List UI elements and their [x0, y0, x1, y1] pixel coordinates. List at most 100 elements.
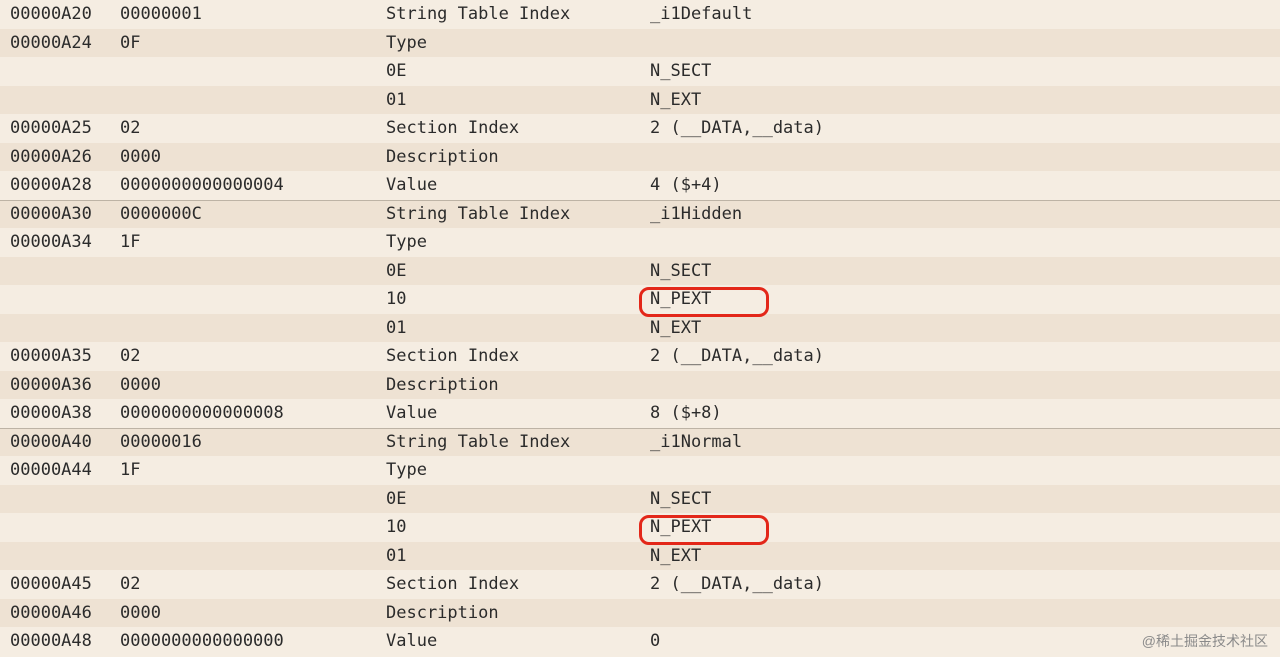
data-cell: 0000000000000000	[120, 631, 386, 651]
value-text: 2 (__DATA,__data)	[650, 346, 824, 366]
offset-cell: 00000A30	[10, 204, 120, 224]
value-cell: 4 ($+4)	[650, 175, 1280, 195]
table-row[interactable]: 0EN_SECT	[0, 485, 1280, 514]
description-cell: String Table Index	[386, 432, 650, 452]
table-row[interactable]: 00000A300000000CString Table Index_i1Hid…	[0, 200, 1280, 229]
value-cell: N_EXT	[650, 90, 1280, 110]
value-cell: 2 (__DATA,__data)	[650, 346, 1280, 366]
description-cell: Description	[386, 375, 650, 395]
offset-cell: 00000A34	[10, 232, 120, 252]
value-cell: N_SECT	[650, 261, 1280, 281]
data-cell: 0000000000000008	[120, 403, 386, 423]
table-row[interactable]: 00000A260000Description	[0, 143, 1280, 172]
offset-cell: 00000A28	[10, 175, 120, 195]
description-cell: 01	[386, 318, 650, 338]
watermark: @稀土掘金技术社区	[1142, 631, 1268, 651]
table-row[interactable]: 00000A240FType	[0, 29, 1280, 58]
description-cell: 0E	[386, 261, 650, 281]
value-text: N_PEXT	[650, 517, 711, 537]
table-row[interactable]: 00000A480000000000000000Value0	[0, 627, 1280, 656]
table-row[interactable]: 01N_EXT	[0, 314, 1280, 343]
value-text: N_EXT	[650, 90, 701, 110]
description-cell: Description	[386, 147, 650, 167]
table-row[interactable]: 01N_EXT	[0, 542, 1280, 571]
table-row[interactable]: 10N_PEXT	[0, 513, 1280, 542]
description-cell: Type	[386, 460, 650, 480]
data-cell: 02	[120, 574, 386, 594]
value-text: N_SECT	[650, 61, 711, 81]
value-text: _i1Default	[650, 4, 752, 24]
data-cell: 0000000000000004	[120, 175, 386, 195]
value-text: N_EXT	[650, 318, 701, 338]
offset-cell: 00000A36	[10, 375, 120, 395]
value-cell: _i1Hidden	[650, 204, 1280, 224]
offset-cell: 00000A48	[10, 631, 120, 651]
value-cell: N_PEXT	[650, 289, 1280, 309]
table-row[interactable]: 00000A2502Section Index2 (__DATA,__data)	[0, 114, 1280, 143]
value-cell: N_EXT	[650, 318, 1280, 338]
offset-cell: 00000A38	[10, 403, 120, 423]
value-cell: N_PEXT	[650, 517, 1280, 537]
offset-cell: 00000A45	[10, 574, 120, 594]
value-text: _i1Normal	[650, 432, 742, 452]
description-cell: 10	[386, 289, 650, 309]
table-row[interactable]: 00000A360000Description	[0, 371, 1280, 400]
value-text: _i1Hidden	[650, 204, 742, 224]
value-cell: 2 (__DATA,__data)	[650, 118, 1280, 138]
description-cell: 01	[386, 546, 650, 566]
value-text: 4 ($+4)	[650, 175, 722, 195]
description-cell: Type	[386, 232, 650, 252]
offset-cell: 00000A24	[10, 33, 120, 53]
table-row[interactable]: 00000A4502Section Index2 (__DATA,__data)	[0, 570, 1280, 599]
table-row[interactable]: 0EN_SECT	[0, 257, 1280, 286]
description-cell: String Table Index	[386, 204, 650, 224]
value-text: 0	[650, 631, 660, 651]
description-cell: 10	[386, 517, 650, 537]
offset-cell: 00000A20	[10, 4, 120, 24]
table-row[interactable]: 00000A280000000000000004Value4 ($+4)	[0, 171, 1280, 200]
description-cell: Section Index	[386, 346, 650, 366]
data-cell: 02	[120, 118, 386, 138]
value-cell: 8 ($+8)	[650, 403, 1280, 423]
table-row[interactable]: 01N_EXT	[0, 86, 1280, 115]
table-row[interactable]: 00000A3502Section Index2 (__DATA,__data)	[0, 342, 1280, 371]
value-cell: _i1Default	[650, 4, 1280, 24]
value-cell: N_EXT	[650, 546, 1280, 566]
table-row[interactable]: 00000A341FType	[0, 228, 1280, 257]
value-cell: N_SECT	[650, 489, 1280, 509]
table-row[interactable]: 10N_PEXT	[0, 285, 1280, 314]
table-row[interactable]: 0EN_SECT	[0, 57, 1280, 86]
table-row[interactable]: 00000A441FType	[0, 456, 1280, 485]
offset-cell: 00000A25	[10, 118, 120, 138]
data-cell: 1F	[120, 232, 386, 252]
description-cell: Section Index	[386, 574, 650, 594]
table-row[interactable]: 00000A460000Description	[0, 599, 1280, 628]
table-row[interactable]: 00000A380000000000000008Value8 ($+8)	[0, 399, 1280, 428]
description-cell: Description	[386, 603, 650, 623]
description-cell: Value	[386, 175, 650, 195]
description-cell: Value	[386, 403, 650, 423]
description-cell: 0E	[386, 489, 650, 509]
table-row[interactable]: 00000A4000000016String Table Index_i1Nor…	[0, 428, 1280, 457]
value-cell: _i1Normal	[650, 432, 1280, 452]
value-text: N_SECT	[650, 489, 711, 509]
value-cell: 2 (__DATA,__data)	[650, 574, 1280, 594]
description-cell: Section Index	[386, 118, 650, 138]
description-cell: Value	[386, 631, 650, 651]
hex-table: 00000A2000000001String Table Index_i1Def…	[0, 0, 1280, 656]
description-cell: Type	[386, 33, 650, 53]
offset-cell: 00000A44	[10, 460, 120, 480]
description-cell: String Table Index	[386, 4, 650, 24]
value-text: 2 (__DATA,__data)	[650, 574, 824, 594]
value-cell: N_SECT	[650, 61, 1280, 81]
data-cell: 00000001	[120, 4, 386, 24]
offset-cell: 00000A46	[10, 603, 120, 623]
table-row[interactable]: 00000A2000000001String Table Index_i1Def…	[0, 0, 1280, 29]
data-cell: 02	[120, 346, 386, 366]
description-cell: 0E	[386, 61, 650, 81]
value-text: N_PEXT	[650, 289, 711, 309]
data-cell: 0000000C	[120, 204, 386, 224]
offset-cell: 00000A35	[10, 346, 120, 366]
data-cell: 0000	[120, 603, 386, 623]
value-text: 2 (__DATA,__data)	[650, 118, 824, 138]
